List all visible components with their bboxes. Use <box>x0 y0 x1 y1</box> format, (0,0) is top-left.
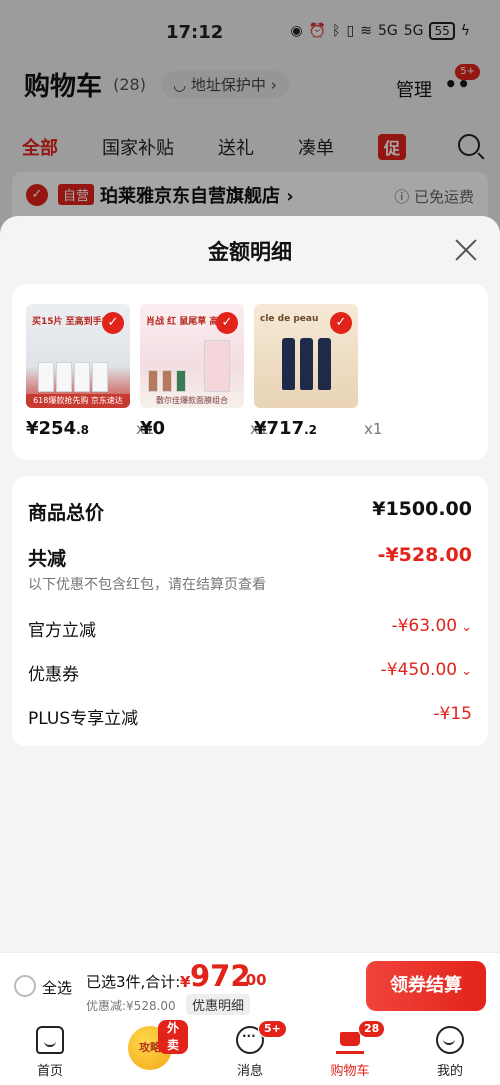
product-price: ¥0 <box>140 418 165 439</box>
product-item[interactable]: cle de peau ✓ ¥717.2 x1 <box>254 304 382 439</box>
nav-label: 消息 <box>236 1064 263 1079</box>
product-box <box>38 362 54 392</box>
products-card: 买15片 至高到手2? 618爆款抢先购 京东速达 ✓ ¥254.8 x1 肖战… <box>12 284 488 460</box>
discount-note: 以下优惠不包含红包，请在结算页查看 <box>28 577 266 593</box>
checked-icon: ✓ <box>102 312 124 334</box>
nav-messages[interactable]: 5+ 消息 <box>210 1018 290 1085</box>
total-decimal: .00 <box>240 971 267 989</box>
discount-summary: 优惠减:¥528.00 <box>86 999 176 1013</box>
discount-detail-button[interactable]: 优惠明细 <box>186 994 251 1015</box>
checkout-button[interactable]: 领券结算 <box>366 961 486 1011</box>
nav-promo[interactable]: 攻略 外卖 <box>108 1018 188 1085</box>
price-main: ¥254 <box>26 418 77 439</box>
product-image: 肖战 红 鼠尾草 高保湿 敷尔佳爆款面膜组合 ✓ <box>140 304 244 408</box>
product-person <box>204 340 230 392</box>
product-bottle <box>300 338 313 390</box>
product-box <box>176 370 186 392</box>
bottom-nav: 首页 攻略 外卖 5+ 消息 28 购物车 我的 <box>0 1018 500 1085</box>
checkout-bar: 全选 已选3件,合计: ¥ 972 .00 优惠减:¥528.00 优惠明细 领… <box>0 952 500 1018</box>
product-price: ¥254.8 <box>26 418 89 439</box>
nav-home[interactable]: 首页 <box>10 1018 90 1085</box>
nav-cart[interactable]: 28 购物车 <box>310 1018 390 1085</box>
total-price-value: ¥1500.00 <box>372 498 472 520</box>
product-image-title: cle de peau <box>260 314 319 324</box>
official-discount-amount: -¥63.00 <box>391 616 458 636</box>
coupon-value: -¥450.00 ⌄ <box>381 660 472 680</box>
nav-label: 首页 <box>36 1064 63 1079</box>
product-bottle <box>282 338 295 390</box>
select-all-checkbox[interactable] <box>14 975 36 997</box>
selected-summary: 已选3件,合计: <box>86 973 181 991</box>
discount-value: -¥528.00 <box>377 544 472 566</box>
product-price: ¥717.2 <box>254 418 317 439</box>
nav-label: 购物车 <box>330 1064 370 1079</box>
user-icon <box>436 1026 464 1054</box>
product-qty: x1 <box>364 420 383 438</box>
product-image: cle de peau ✓ <box>254 304 358 408</box>
coupon-amount: -¥450.00 <box>380 660 458 680</box>
total-price-label: 商品总价 <box>28 502 105 524</box>
product-item[interactable]: 买15片 至高到手2? 618爆款抢先购 京东速达 ✓ ¥254.8 x1 <box>26 304 154 439</box>
chevron-down-icon: ⌄ <box>461 620 472 635</box>
takeout-badge: 外卖 <box>158 1020 188 1054</box>
discount-label: 共减 <box>28 548 67 570</box>
product-item[interactable]: 肖战 红 鼠尾草 高保湿 敷尔佳爆款面膜组合 ✓ ¥0 x1 <box>140 304 268 439</box>
product-box <box>74 362 90 392</box>
checked-icon: ✓ <box>330 312 352 334</box>
product-image-footer: 敷尔佳爆款面膜组合 <box>156 396 228 405</box>
chevron-down-icon: ⌄ <box>461 664 472 679</box>
price-summary-card: 商品总价 ¥1500.00 共减 -¥528.00 以下优惠不包含红包，请在结算… <box>12 476 488 746</box>
official-discount-label: 官方立减 <box>28 621 96 641</box>
price-main: ¥0 <box>140 418 166 439</box>
product-box <box>92 362 108 392</box>
nav-mine[interactable]: 我的 <box>410 1018 490 1085</box>
close-icon[interactable] <box>454 238 478 262</box>
product-box <box>148 370 158 392</box>
coupon-label: 优惠券 <box>28 665 79 685</box>
official-discount-value: -¥63.00 ⌄ <box>391 616 472 636</box>
checked-icon: ✓ <box>216 312 238 334</box>
cart-badge: 28 <box>358 1020 386 1038</box>
plus-discount-label: PLUS专享立减 <box>28 709 139 729</box>
product-image-footer: 618爆款抢先购 京东速达 <box>26 394 130 408</box>
nav-label: 我的 <box>436 1064 463 1079</box>
plus-discount-value: -¥15 <box>433 704 472 724</box>
price-decimal: .2 <box>304 423 318 437</box>
sheet-title: 金额明细 <box>208 240 292 264</box>
product-box <box>56 362 72 392</box>
price-decimal: .8 <box>76 423 90 437</box>
home-icon <box>36 1026 64 1054</box>
price-main: ¥717 <box>254 418 305 439</box>
product-image: 买15片 至高到手2? 618爆款抢先购 京东速达 ✓ <box>26 304 130 408</box>
select-all-label[interactable]: 全选 <box>42 977 72 998</box>
product-bottle <box>318 338 331 390</box>
message-badge: 5+ <box>258 1020 287 1038</box>
total-currency: ¥ <box>180 973 191 991</box>
product-image-title: 买15片 至高到手2? <box>32 317 114 327</box>
product-box <box>162 370 172 392</box>
